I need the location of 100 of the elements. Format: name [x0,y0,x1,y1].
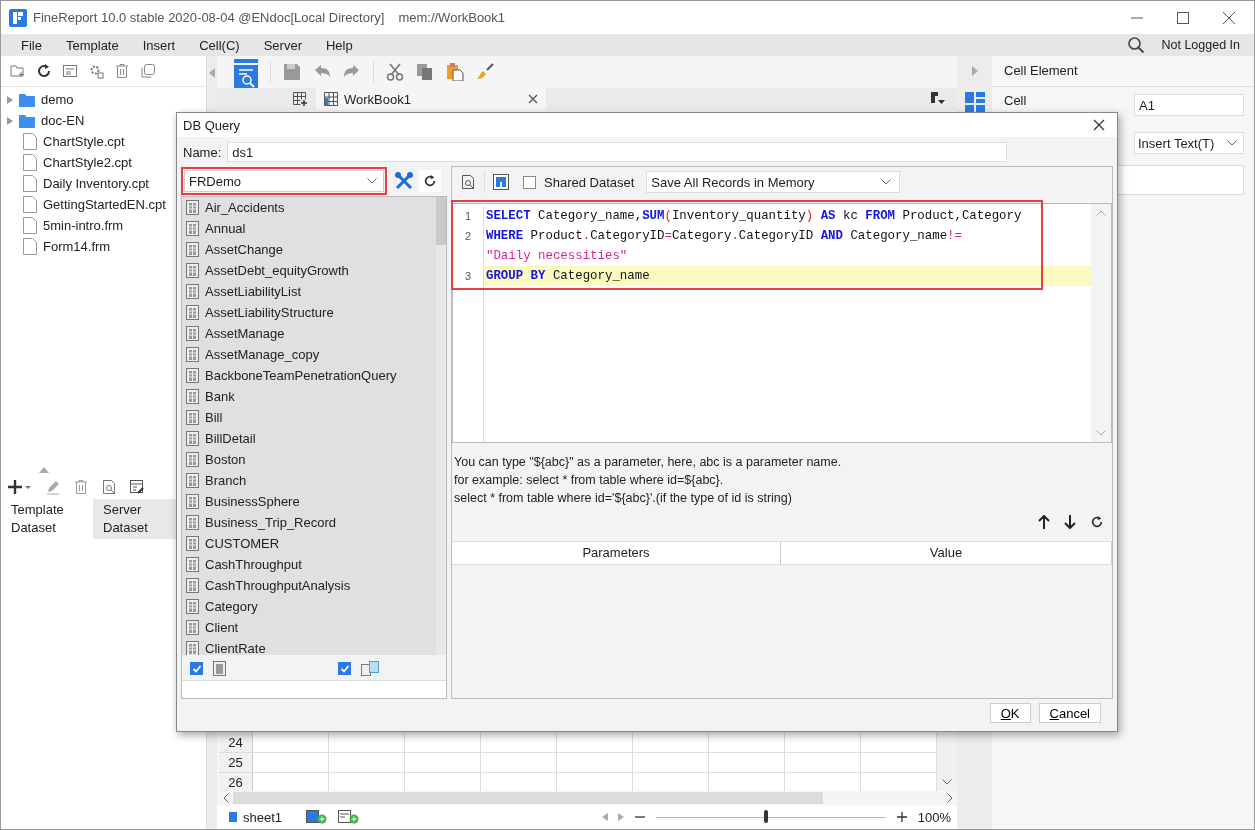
search-icon[interactable] [1127,36,1146,54]
close-icon[interactable] [1093,119,1105,131]
table-name[interactable]: Bank [205,389,235,404]
trash-icon[interactable] [73,479,89,495]
cell-element-icon[interactable] [964,92,985,112]
tools-icon[interactable] [394,171,414,191]
tree-item[interactable]: ChartStyle2.cpt [43,155,132,170]
edit-dataset-icon[interactable] [129,479,145,495]
zoom-in-icon[interactable] [895,811,908,823]
refresh-button[interactable] [419,170,441,192]
dialog-button[interactable]: Cancel [1038,703,1101,723]
close-icon[interactable] [1222,10,1236,25]
cell-field[interactable]: A1 [1134,94,1244,116]
login-status[interactable]: Not Logged In [1161,38,1240,52]
expand-arrow-icon[interactable] [7,116,13,125]
sheet-tab[interactable]: sheet1 [225,806,297,828]
save-icon[interactable] [493,174,509,190]
workbook-tab[interactable]: WorkBook1 [316,88,546,110]
brush-icon[interactable] [476,63,494,81]
table-name[interactable]: AssetLiabilityList [205,284,302,299]
refresh-icon[interactable] [1090,515,1104,529]
refresh-icon[interactable] [36,63,52,79]
checkbox[interactable] [190,662,203,676]
slider-thumb[interactable] [764,810,769,823]
checkbox[interactable] [338,662,351,676]
new-folder-icon[interactable] [10,63,26,79]
trash-icon[interactable] [114,63,130,79]
table-name[interactable]: CUSTOMER [205,536,280,551]
scroll-left-icon[interactable] [223,793,229,803]
tree-item[interactable]: Daily Inventory.cpt [43,176,149,191]
arrow-down-icon[interactable] [1064,515,1076,529]
menu-item[interactable]: Insert [130,37,188,53]
menu-item[interactable]: Help [313,37,365,53]
settings-icon[interactable] [88,63,104,79]
previous-icon[interactable] [601,813,608,821]
table-name[interactable]: BusinessSphere [205,494,300,509]
memory-mode-dropdown[interactable]: Save All Records in Memory [646,171,901,193]
table-name[interactable]: ClientRate [205,641,266,655]
table-name[interactable]: AssetDebt_equityGrowth [205,263,349,278]
add-report-sheet-icon[interactable] [306,810,329,824]
table-name[interactable]: BillDetail [205,431,256,446]
table-name[interactable]: CashThroughputAnalysis [205,578,351,593]
field-label: Cell [1004,93,1027,108]
document-icon[interactable] [62,63,78,79]
menu-item[interactable]: Cell(C) [187,37,252,53]
scroll-down-icon[interactable] [942,779,952,785]
insert-type-dropdown[interactable]: Insert Text(T) [1134,132,1244,154]
table-name[interactable]: CashThroughput [205,557,302,572]
dialog-button[interactable]: OK [989,703,1031,723]
arrow-up-icon[interactable] [1038,515,1050,529]
expand-arrow-icon[interactable] [7,95,13,104]
table-icon [186,452,199,467]
dropdown-icon[interactable] [931,92,945,106]
add-sheet-icon[interactable] [292,91,308,107]
next-icon[interactable] [617,813,624,821]
collapse-up-icon[interactable] [38,467,49,473]
table-name[interactable]: Bill [205,410,223,425]
add-form-sheet-icon[interactable] [338,810,361,824]
table-name[interactable]: Business_Trip_Record [205,515,337,530]
name-field[interactable]: ds1 [227,142,1008,162]
refresh-icon [423,174,437,188]
table-name[interactable]: Client [205,620,239,635]
table-name[interactable]: Boston [205,452,246,467]
scrollbar-thumb[interactable] [233,792,823,804]
pencil-icon[interactable] [45,479,61,495]
menu-item[interactable]: Template [53,37,131,53]
menu-item[interactable]: Server [251,37,314,53]
table-name[interactable]: Branch [205,473,247,488]
menu-item[interactable]: File [9,37,54,53]
scroll-right-icon[interactable] [947,793,953,803]
tree-item[interactable]: doc-EN [41,113,85,128]
maximize-icon[interactable] [1176,10,1190,25]
table-name[interactable]: Category [205,599,258,614]
table-name[interactable]: Annual [205,221,246,236]
filter-field[interactable] [182,680,446,698]
close-icon[interactable] [528,94,538,104]
table-icon [186,494,199,509]
tree-item[interactable]: Form14.frm [43,239,111,254]
tree-item[interactable]: GettingStartedEN.cpt [43,197,166,212]
paste-icon[interactable] [446,63,464,81]
preview-icon[interactable] [460,174,476,190]
cut-icon[interactable] [386,63,404,81]
add-dropdown-icon[interactable] [7,479,33,495]
tree-item[interactable]: 5min-intro.frm [43,218,124,233]
tree-item[interactable]: demo [41,92,74,107]
preview-icon[interactable] [101,479,117,495]
copy-icon[interactable] [140,63,156,79]
copy-icon[interactable] [416,63,434,81]
table-name[interactable]: Air_Accidents [205,200,285,215]
table-name[interactable]: AssetManage_copy [205,347,320,362]
table-name[interactable]: AssetChange [205,242,284,257]
column-header: Parameters [452,542,781,564]
checkbox[interactable] [523,175,536,189]
table-name[interactable]: BackboneTeamPenetrationQuery [205,368,397,383]
connection-dropdown[interactable]: FRDemo [184,170,384,192]
table-name[interactable]: AssetManage [205,326,285,341]
table-name[interactable]: AssetLiabilityStructure [205,305,334,320]
tree-item[interactable]: ChartStyle.cpt [43,134,125,149]
preview-icon[interactable] [234,59,258,91]
scrollbar-thumb[interactable] [436,197,446,245]
